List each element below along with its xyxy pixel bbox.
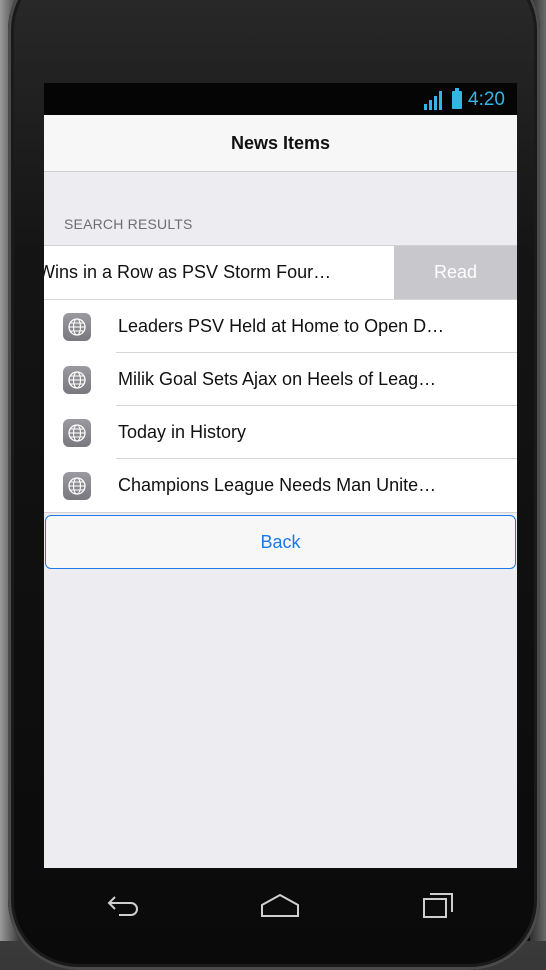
back-button[interactable]: Back [45, 515, 516, 569]
list-item-title: Leaders PSV Held at Home to Open D… [118, 316, 445, 336]
list-item[interactable]: Leaders PSV Held at Home to Open D… [44, 300, 517, 353]
back-icon[interactable] [93, 885, 153, 925]
signal-icon [424, 90, 446, 110]
battery-icon [452, 88, 463, 109]
list-item-title: Wins in a Row as PSV Storm Four… [44, 262, 332, 282]
page-title: News Items [230, 133, 331, 153]
list-item[interactable]: Champions League Needs Man Unite… [44, 459, 517, 512]
globe-icon [63, 366, 91, 394]
list-item-title: Champions League Needs Man Unite… [118, 475, 437, 495]
status-bar: 4:20 [44, 83, 517, 115]
list-item[interactable]: Today in History [44, 406, 517, 459]
globe-icon [63, 472, 91, 500]
globe-icon [63, 419, 91, 447]
read-button[interactable]: Read [394, 246, 517, 299]
navigation-bar: News Items [44, 115, 517, 172]
list-item[interactable]: Milik Goal Sets Ajax on Heels of Leag… [44, 353, 517, 406]
system-navigation-bar [44, 868, 517, 941]
list-item-title: Today in History [118, 422, 247, 442]
section-header: SEARCH RESULTS [64, 216, 193, 232]
list-item-title: Milik Goal Sets Ajax on Heels of Leag… [118, 369, 437, 389]
phone-screen: 4:20 News Items SEARCH RESULTS Wins in a… [44, 83, 517, 868]
home-icon[interactable] [250, 885, 310, 925]
list-item-swiped[interactable]: Wins in a Row as PSV Storm Four… Read [44, 246, 517, 300]
status-time: 4:20 [468, 89, 505, 110]
recents-icon[interactable] [408, 885, 468, 925]
status-indicators: 4:20 [424, 88, 505, 111]
search-results-list: Wins in a Row as PSV Storm Four… Read Le… [44, 245, 517, 513]
globe-icon [63, 313, 91, 341]
